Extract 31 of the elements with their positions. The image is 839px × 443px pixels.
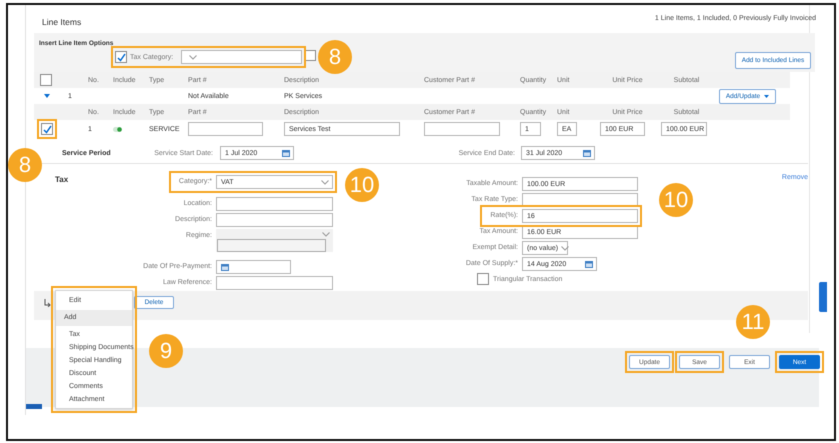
checkbox[interactable] xyxy=(477,273,489,285)
checkbox[interactable] xyxy=(305,50,316,61)
input-field[interactable] xyxy=(216,197,333,211)
chevron-down-icon xyxy=(189,54,198,60)
toggle-icon[interactable] xyxy=(113,126,122,132)
chevron-down-icon xyxy=(321,180,329,184)
step-badge: 9 xyxy=(149,334,183,368)
calendar-icon xyxy=(282,150,290,156)
caret-icon[interactable] xyxy=(44,94,50,98)
calendar-icon xyxy=(583,150,591,156)
chevron-down-icon xyxy=(561,246,570,250)
input-field[interactable] xyxy=(216,276,333,290)
input-field[interactable] xyxy=(216,213,333,227)
calendar-icon xyxy=(221,264,229,270)
date-field[interactable] xyxy=(216,260,291,274)
dropdown[interactable] xyxy=(216,229,333,252)
checkbox[interactable] xyxy=(115,51,127,63)
calendar-icon xyxy=(585,260,593,268)
checkbox[interactable] xyxy=(41,123,53,135)
input-field[interactable] xyxy=(188,122,263,136)
checkbox[interactable] xyxy=(40,74,52,86)
return-arrow-icon xyxy=(44,298,51,306)
dropdown[interactable] xyxy=(181,50,302,64)
chevron-down-icon xyxy=(322,232,330,237)
input-field[interactable] xyxy=(217,239,326,252)
input-field[interactable] xyxy=(424,122,500,136)
section-title: Tax xyxy=(54,175,70,184)
section-title: Line Items xyxy=(42,17,82,27)
caret-icon xyxy=(764,94,770,98)
step-badge: 8 xyxy=(8,148,42,182)
logo-icon xyxy=(26,404,42,410)
